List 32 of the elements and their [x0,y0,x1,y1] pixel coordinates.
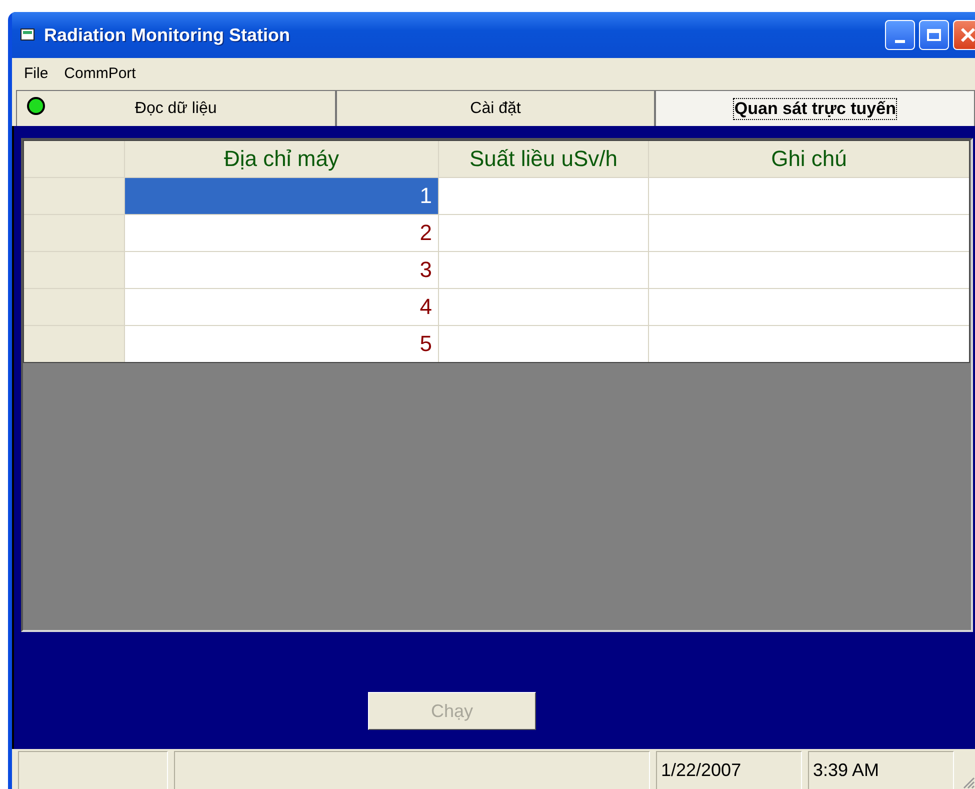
resize-grip-icon[interactable] [961,775,975,789]
table-cell[interactable] [649,326,969,362]
table-cell[interactable] [649,289,969,325]
table-cell[interactable] [649,178,969,214]
table-cell[interactable]: 5 [125,326,438,362]
close-button[interactable] [953,20,975,50]
table-cell[interactable] [649,252,969,288]
table-cell[interactable] [439,252,648,288]
tab[interactable]: Đọc dữ liệu [16,90,336,126]
column-header: Địa chỉ máy [125,141,438,177]
column-header: Suất liều uSv/h [439,141,648,177]
tab[interactable]: Cài đặt [336,90,656,126]
table-cell[interactable] [439,326,648,362]
table-cell[interactable] [439,215,648,251]
tab[interactable]: Quan sát trực tuyến [655,90,975,126]
table-cell[interactable]: 2 [125,215,438,251]
table-cell[interactable]: 3 [125,252,438,288]
window-icon [20,28,36,42]
column-header: Ghi chú [649,141,969,177]
table-cell[interactable] [439,178,648,214]
table-cell[interactable]: 1 [125,178,438,214]
table-cell[interactable] [439,289,648,325]
menu-item[interactable]: File [18,62,54,84]
table-cell[interactable] [649,215,969,251]
table-cell[interactable]: 4 [125,289,438,325]
close-icon [958,25,975,45]
status-panel: 1/22/2007 [656,751,802,789]
window-title: Radiation Monitoring Station [44,24,290,46]
maximize-button[interactable] [919,20,949,50]
menu-item[interactable]: CommPort [58,62,142,84]
status-panel: 3:39 AM [808,751,954,789]
minimize-button[interactable] [885,20,915,50]
